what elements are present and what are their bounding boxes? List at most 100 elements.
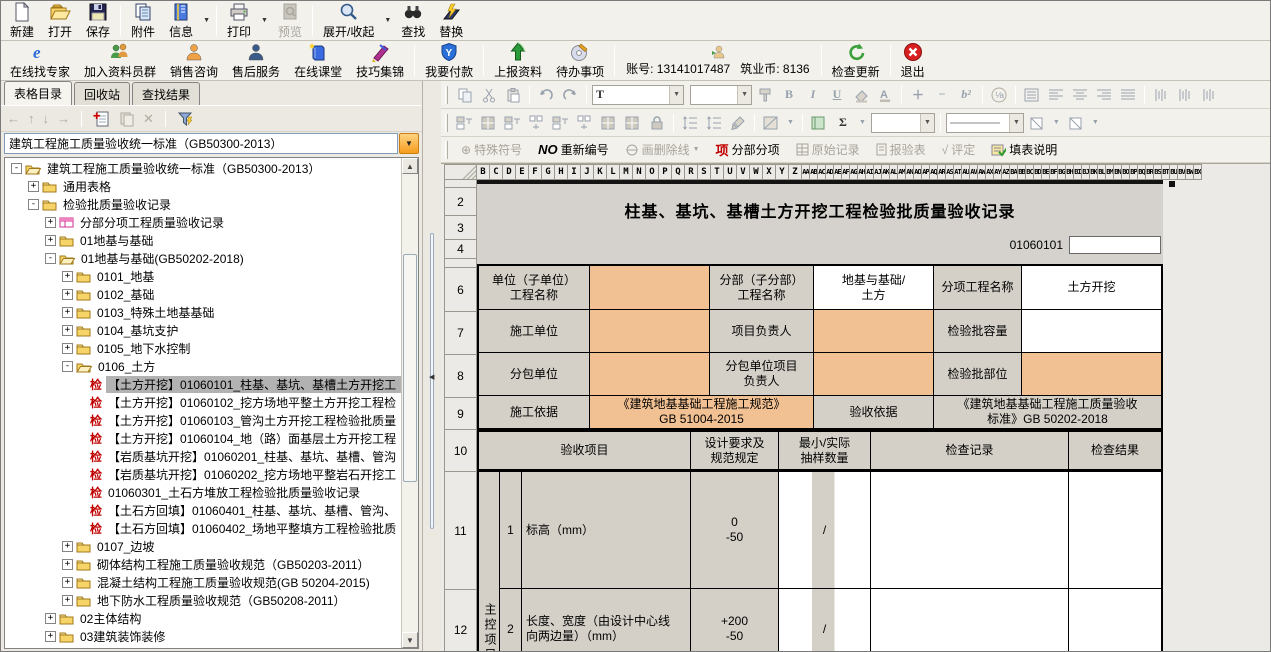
tree-expand-icon[interactable]: +: [62, 289, 73, 300]
tree-expand-icon[interactable]: +: [45, 613, 56, 624]
tree-expand-icon[interactable]: -: [45, 253, 56, 264]
column-header[interactable]: AC: [818, 164, 826, 180]
column-header[interactable]: AI: [866, 164, 874, 180]
column-header[interactable]: AG: [850, 164, 858, 180]
column-header[interactable]: AP: [922, 164, 930, 180]
toolbar-button-info-book[interactable]: 信息: [162, 2, 200, 39]
row-header[interactable]: 4: [444, 240, 477, 259]
column-header[interactable]: Z: [789, 164, 802, 180]
tree-item[interactable]: +砌体结构工程施工质量验收规范（GB50203-2011）: [7, 555, 401, 573]
toolbar-button-expand-magnifier[interactable]: 展开/收起: [316, 2, 381, 39]
tree-item[interactable]: 检01060301_土石方堆放工程检验批质量验收记录: [7, 483, 401, 501]
column-header[interactable]: BE: [1042, 164, 1050, 180]
toolbar-button-support-person[interactable]: 售后服务: [225, 42, 287, 79]
row-header[interactable]: 12: [444, 590, 477, 651]
scroll-down-icon[interactable]: ▼: [402, 632, 418, 648]
form-code-input[interactable]: [1069, 236, 1161, 254]
toolbar-button-tips-collection[interactable]: 技巧集锦: [349, 42, 411, 79]
nav-forward-icon[interactable]: →: [57, 111, 70, 126]
column-header[interactable]: B: [477, 164, 490, 180]
tree-scrollbar[interactable]: ▲ ▼: [401, 158, 418, 648]
column-header[interactable]: AL: [890, 164, 898, 180]
column-header[interactable]: V: [737, 164, 750, 180]
column-header[interactable]: T: [711, 164, 724, 180]
column-header[interactable]: BP: [1130, 164, 1138, 180]
column-header[interactable]: AX: [986, 164, 994, 180]
tab-recycle-bin[interactable]: 回收站: [74, 82, 130, 105]
column-header[interactable]: K: [594, 164, 607, 180]
tree-item[interactable]: +02主体结构: [7, 609, 401, 627]
column-header[interactable]: BQ: [1138, 164, 1146, 180]
column-header[interactable]: AH: [858, 164, 866, 180]
column-header[interactable]: AR: [938, 164, 946, 180]
column-header[interactable]: AO: [914, 164, 922, 180]
column-header[interactable]: BT: [1162, 164, 1170, 180]
nav-up-icon[interactable]: ↑: [28, 111, 35, 126]
row-header[interactable]: [444, 259, 477, 268]
column-header[interactable]: BC: [1026, 164, 1034, 180]
toolbar-button-todo-dvd[interactable]: 待办事项: [549, 42, 611, 79]
toolbar-button-replace-bolt[interactable]: 替换: [432, 2, 470, 39]
tree-expand-icon[interactable]: +: [62, 325, 73, 336]
item-sampling[interactable]: /: [779, 472, 871, 588]
column-header[interactable]: BR: [1146, 164, 1154, 180]
toolbar-button-save-floppy[interactable]: 保存: [79, 2, 117, 39]
column-header[interactable]: BV: [1178, 164, 1186, 180]
tree-expand-icon[interactable]: +: [45, 631, 56, 642]
tree-item[interactable]: 检【土方开挖】01060101_柱基、基坑、基槽土方开挖工: [7, 375, 401, 393]
tree-item[interactable]: +0102_基础: [7, 285, 401, 303]
splitter-handle[interactable]: [430, 233, 434, 529]
construction-basis-value[interactable]: 《建筑地基基础工程施工规范》 GB 51004-2015: [590, 396, 814, 428]
subcontractor-value[interactable]: [590, 353, 710, 395]
column-header[interactable]: C: [490, 164, 503, 180]
item-record[interactable]: [871, 472, 1069, 588]
panel-splitter[interactable]: ◀: [423, 81, 441, 651]
item-record[interactable]: [871, 589, 1069, 651]
tree-expand-icon[interactable]: -: [28, 199, 39, 210]
column-header[interactable]: L: [607, 164, 620, 180]
column-header[interactable]: BM: [1106, 164, 1114, 180]
column-header[interactable]: BN: [1114, 164, 1122, 180]
toolbar-button-printer[interactable]: 打印: [220, 2, 258, 39]
column-header[interactable]: H: [555, 164, 568, 180]
column-header[interactable]: P: [659, 164, 672, 180]
column-header[interactable]: AW: [978, 164, 986, 180]
column-header[interactable]: BB: [1018, 164, 1026, 180]
column-header[interactable]: AE: [834, 164, 842, 180]
splitter-collapse-icon[interactable]: ◀: [429, 373, 434, 381]
tree-item[interactable]: 检【土方开挖】01060103_管沟土方开挖工程检验批质量: [7, 411, 401, 429]
tab-search-results[interactable]: 查找结果: [132, 82, 200, 105]
column-header[interactable]: Q: [672, 164, 685, 180]
tree-item[interactable]: +混凝土结构工程施工质量验收规范(GB 50204-2015): [7, 573, 401, 591]
unit-project-value[interactable]: [590, 266, 710, 309]
select-all-corner[interactable]: [444, 164, 477, 180]
row-header[interactable]: 8: [444, 355, 477, 398]
tree-expand-icon[interactable]: +: [45, 235, 56, 246]
row-header[interactable]: 11: [444, 472, 477, 590]
tree-scrollbar-thumb[interactable]: [403, 254, 417, 482]
toolbar-button-upload-green[interactable]: 上报资料: [487, 42, 549, 79]
column-header[interactable]: AU: [962, 164, 970, 180]
batch-capacity-value[interactable]: [1022, 310, 1161, 352]
tree-item[interactable]: -0106_土方: [7, 357, 401, 375]
tree-item[interactable]: 检【岩质基坑开挖】01060202_挖方场地平整岩石开挖工: [7, 465, 401, 483]
row-header[interactable]: 2: [444, 188, 477, 216]
toolbar-button-check-update[interactable]: 检查更新: [825, 42, 887, 79]
filter-icon[interactable]: [177, 111, 195, 127]
standard-selector-dropdown-button[interactable]: ▼: [399, 133, 419, 154]
column-header[interactable]: BL: [1098, 164, 1106, 180]
column-header[interactable]: BF: [1050, 164, 1058, 180]
batch-location-value[interactable]: [1022, 353, 1161, 395]
column-header[interactable]: AV: [970, 164, 978, 180]
toolbar-button-group-people[interactable]: 加入资料员群: [77, 42, 163, 79]
column-header[interactable]: D: [503, 164, 516, 180]
column-header[interactable]: BO: [1122, 164, 1130, 180]
column-header[interactable]: O: [646, 164, 659, 180]
tree-item[interactable]: 检【土方开挖】01060102_挖方场地平整土方开挖工程检: [7, 393, 401, 411]
tree-expand-icon[interactable]: +: [62, 559, 73, 570]
fill-instructions-button[interactable]: 填表说明: [984, 141, 1064, 158]
toolbar-button-pay-shield[interactable]: Y我要付款: [418, 42, 480, 79]
column-header[interactable]: AM: [898, 164, 906, 180]
column-header[interactable]: BU: [1170, 164, 1178, 180]
column-header[interactable]: E: [516, 164, 529, 180]
